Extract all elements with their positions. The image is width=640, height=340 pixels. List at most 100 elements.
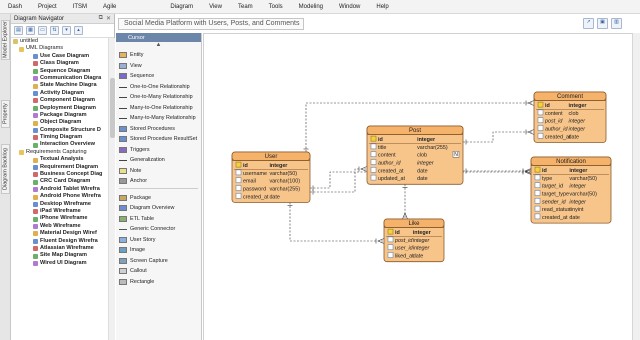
tab-model-explorer[interactable]: Model Explorer [1,20,10,60]
menu-item-team[interactable]: Team [230,4,261,10]
palette-item-package[interactable]: Package [116,193,201,204]
tree-item[interactable]: Material Design Wiref [11,230,108,237]
tree-item[interactable]: iPhone Wireframe [11,215,108,222]
palette-item-note[interactable]: Note [116,166,201,177]
palette-item-stored-procedures[interactable]: Stored Procedures [116,124,201,135]
tree-item[interactable]: Requirement Diagram [11,164,108,171]
palette-cursor-header[interactable]: Cursor [116,33,201,42]
tree-item[interactable]: Composite Structure D [11,127,108,134]
menu-item-tools[interactable]: Tools [261,4,291,10]
scroll-up-icon[interactable]: ▲ [116,42,201,50]
entity-like[interactable]: Likeid integerpost_id integeruser_id intege… [383,218,445,263]
tree-item[interactable]: Web Wireframe [11,223,108,230]
palette-item-many-to-many[interactable]: Many-to-Many Relationship [116,113,201,124]
diagram-canvas[interactable]: User id integer username varchar(50) email var… [203,33,632,340]
relationship-user-post[interactable] [310,168,367,193]
tree-item[interactable]: Class Diagram [11,60,108,67]
tree-item[interactable]: Atlassian Wireframe [11,245,108,252]
erd-diagram: Userid integerusername varchar(50)email var… [231,91,612,263]
tree-category[interactable]: Requirements Capturing [11,149,108,156]
grid-icon[interactable]: ▦ [26,26,35,35]
share-icon[interactable]: ↗ [583,18,594,29]
palette-item-many-to-one[interactable]: Many-to-One Relationship [116,103,201,114]
tree-item[interactable]: State Machine Diagra [11,82,108,89]
image-icon[interactable]: ▣ [597,18,608,29]
palette-item-image[interactable]: Image [116,245,201,256]
canvas-scrollbar[interactable] [632,33,640,340]
palette-item-generic-connector[interactable]: Generic Connector [116,224,201,235]
folder-icon[interactable]: ▭ [38,26,47,35]
palette-item-etl-table[interactable]: ETL Table [116,214,201,225]
menu-item-dash[interactable]: Dash [0,4,30,10]
collapse-icon[interactable]: ▴ [74,26,83,35]
relationship-post-comment[interactable] [463,131,534,143]
folder-icon [19,150,24,156]
tree-item[interactable]: Sequence Diagram [11,68,108,75]
palette-item-diagram-overview[interactable]: Diagram Overview [116,203,201,214]
close-icon[interactable]: ✕ [106,15,111,22]
palette-item-screen-capture[interactable]: Screen Capture [116,256,201,267]
menu-item-agile[interactable]: Agile [95,4,124,10]
tree-item[interactable]: Textual Analysis [11,156,108,163]
tree-item[interactable]: Timing Diagram [11,134,108,141]
palette-item-user-story[interactable]: User Story [116,235,201,246]
tree-item[interactable]: Package Diagram [11,112,108,119]
navigator-scrollbar[interactable] [108,38,115,340]
tree-item[interactable]: Android Phone Wirefra [11,193,108,200]
palette-item-one-to-many[interactable]: One-to-Many Relationship [116,92,201,103]
menu-item-project[interactable]: Project [30,4,65,10]
tree-item[interactable]: Component Diagram [11,97,108,104]
tree-item[interactable]: Wired UI Diagram [11,260,108,267]
tree-item[interactable]: Activity Diagram [11,90,108,97]
tree-item-label: Desktop Wireframe [40,200,91,207]
menu-item-help[interactable]: Help [368,4,396,10]
palette-item-entity[interactable]: Entity [116,50,201,61]
palette-item-view[interactable]: View [116,61,201,72]
expand-icon[interactable]: ▾ [62,26,71,35]
diagram-title-field[interactable]: Social Media Platform with Users, Posts,… [118,18,304,30]
tree-item[interactable]: Business Concept Diag [11,171,108,178]
new-diagram-icon[interactable]: ▤ [14,26,23,35]
entity-user[interactable]: User id integerusername varchar(50) email var… [231,151,311,203]
diagram-overview-icon [119,205,127,212]
relationship-user-like[interactable] [289,202,384,242]
tree-item[interactable]: Deployment Diagram [11,105,108,112]
tree-item[interactable]: Desktop Wireframe [11,201,108,208]
float-icon[interactable]: ⧉ [99,15,103,22]
sort-icon[interactable]: ⇅ [50,26,59,35]
entity-post[interactable]: Post id integer title varchar(255) content clo… [366,125,464,185]
tree-item[interactable]: Communication Diagra [11,75,108,82]
entity-notification[interactable]: Notificationid integertype varchar(50)targ… [530,156,612,224]
tree-item[interactable]: Interaction Overview [11,141,108,148]
tree-item-label: Sequence Diagram [40,67,91,74]
layout-icon[interactable]: ▥ [611,18,622,29]
scrollbar-thumb[interactable] [110,78,115,138]
menu-item-view[interactable]: View [201,4,230,10]
tab-diagram-backlog[interactable]: Diagram Backlog [1,144,10,194]
tree-item[interactable]: Object Diagram [11,119,108,126]
menu-item-window[interactable]: Window [331,4,368,10]
tab-property[interactable]: Property [1,100,10,128]
palette-item-rectangle[interactable]: Rectangle [116,277,201,288]
palette-item-triggers[interactable]: Triggers [116,145,201,156]
palette-item-callout[interactable]: Callout [116,266,201,277]
palette-item-anchor[interactable]: Anchor [116,176,201,187]
column-name: sender_id [542,199,567,205]
palette-item-stored-procedure-resultset[interactable]: Stored Procedure ResultSet [116,134,201,145]
entity-comment[interactable]: Commentid integercontent clobpost_id intege… [533,91,607,143]
tree-category[interactable]: UML Diagrams [11,45,108,52]
tree-item[interactable]: Fluent Design Wirefra [11,238,108,245]
tree-item[interactable]: Android Tablet Wirefra [11,186,108,193]
palette-item-one-to-one[interactable]: One-to-One Relationship [116,82,201,93]
palette-item-generalization[interactable]: Generalization [116,155,201,166]
column-icon [537,133,544,139]
menu-item-itsm[interactable]: ITSM [65,4,95,10]
tree-item[interactable]: Site Map Diagram [11,252,108,259]
tree-root[interactable]: untitled [11,38,108,45]
menu-item-diagram[interactable]: Diagram [162,4,201,10]
menu-item-modeling[interactable]: Modeling [291,4,331,10]
palette-item-sequence[interactable]: Sequence [116,71,201,82]
tree-item[interactable]: iPad Wireframe [11,208,108,215]
tree-item[interactable]: CRC Card Diagram [11,178,108,185]
tree-item[interactable]: Use Case Diagram [11,53,108,60]
